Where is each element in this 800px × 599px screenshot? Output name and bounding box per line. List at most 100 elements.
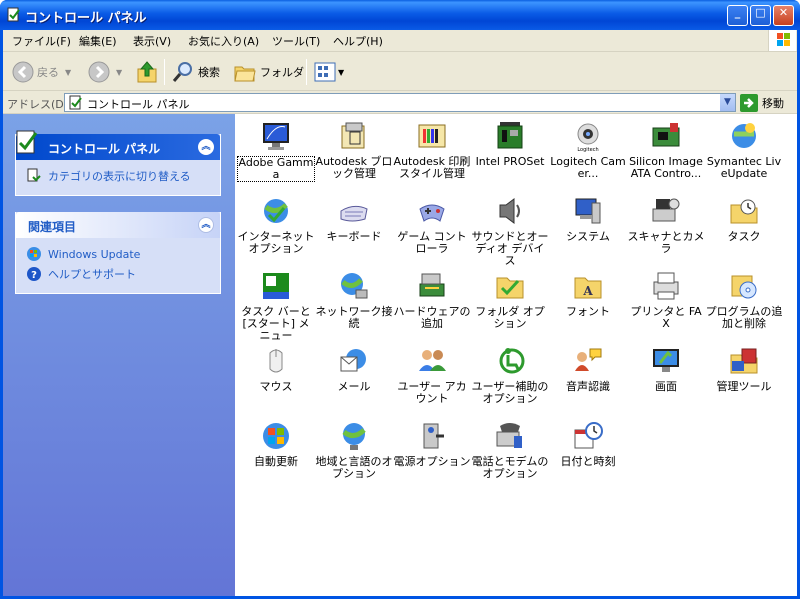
window: コントロール パネル _ □ ✕ ファイル(F) 編集(E) 表示(V) お気に… <box>0 0 800 599</box>
control-panel-item[interactable]: 管理ツール <box>705 345 783 393</box>
control-panel-item[interactable]: インターネット オプション <box>237 195 315 255</box>
go-button[interactable]: 移動 <box>740 94 784 112</box>
control-panel-item[interactable]: ユーザー アカウント <box>393 345 471 405</box>
control-panel-item[interactable]: Symantec LiveUpdate <box>705 120 783 180</box>
switch-category-view-link[interactable]: カテゴリの表示に切り替える <box>16 166 220 186</box>
views-button[interactable]: ▼ <box>314 62 344 82</box>
collapse-icon[interactable]: ︽ <box>198 139 214 155</box>
title-bar[interactable]: コントロール パネル _ □ ✕ <box>0 0 800 30</box>
menu-favorites[interactable]: お気に入り(A) <box>188 33 259 49</box>
address-dropdown-icon[interactable]: ▼ <box>719 94 735 111</box>
control-panel-item[interactable]: プログラムの追加と削除 <box>705 270 783 330</box>
control-panel-item-label: フォント <box>566 305 610 318</box>
up-folder-button[interactable] <box>136 60 158 84</box>
control-panel-item-label: ゲーム コントローラ <box>397 230 467 255</box>
control-panel-item[interactable]: プリンタと FAX <box>627 270 705 330</box>
menu-view[interactable]: 表示(V) <box>133 33 171 49</box>
control-panel-item[interactable]: ユーザー補助のオプション <box>471 345 549 405</box>
control-panel-item[interactable]: タスク <box>705 195 783 243</box>
control-panel-item[interactable]: 自動更新 <box>237 420 315 468</box>
control-panel-item[interactable]: Autodesk ブロック管理 <box>315 120 393 180</box>
back-label: 戻る <box>37 66 59 79</box>
views-dropdown-icon[interactable]: ▼ <box>338 68 344 77</box>
control-panel-item-label: 地域と言語のオプション <box>315 455 393 480</box>
control-panel-item[interactable]: メール <box>315 345 393 393</box>
control-panel-item[interactable]: 音声認識 <box>549 345 627 393</box>
control-panel-section-title: コントロール パネル <box>48 142 161 156</box>
control-panel-item-label: Symantec LiveUpdate <box>706 155 782 180</box>
maximize-button[interactable]: □ <box>750 5 771 26</box>
control-panel-item-label: Silicon Image ATA Contro... <box>629 155 703 180</box>
autodesk-print-style-icon <box>416 120 448 152</box>
control-panel-item-label: メール <box>337 380 371 393</box>
control-panel-item-label: 音声認識 <box>566 380 610 393</box>
control-panel-item[interactable]: サウンドとオーディオ デバイス <box>471 195 549 267</box>
control-panel-item-label: インターネット オプション <box>237 230 315 255</box>
control-panel-item-label: タスク <box>727 230 761 243</box>
related-section-header[interactable]: 関連項目 ︽ <box>16 212 220 238</box>
scheduled-tasks-icon <box>728 195 760 227</box>
control-panel-item[interactable]: タスク バーと [スタート] メニュー <box>237 270 315 342</box>
control-panel-item[interactable]: フォルダ オプション <box>471 270 549 330</box>
control-panel-icon <box>69 95 82 110</box>
control-panel-item[interactable]: 日付と時刻 <box>549 420 627 468</box>
control-panel-item[interactable]: ネットワーク接続 <box>315 270 393 330</box>
control-panel-item[interactable]: 電源オプション <box>393 420 471 468</box>
menu-help[interactable]: ヘルプ(H) <box>333 33 383 49</box>
game-controller-icon <box>416 195 448 227</box>
control-panel-item-label: スキャナとカメラ <box>627 230 705 255</box>
control-panel-item-label: 日付と時刻 <box>560 455 616 468</box>
control-panel-item[interactable]: A フォント <box>549 270 627 318</box>
windows-update-icon <box>27 247 41 261</box>
menu-file[interactable]: ファイル(F) <box>12 33 71 49</box>
control-panel-item[interactable]: キーボード <box>315 195 393 243</box>
svg-text:A: A <box>582 284 593 298</box>
forward-button[interactable]: ▼ <box>88 61 122 83</box>
address-input[interactable]: コントロール パネル ▼ <box>64 93 736 112</box>
help-support-link[interactable]: ? ヘルプとサポート <box>16 264 220 284</box>
control-panel-item[interactable]: マウス <box>237 345 315 393</box>
control-panel-item[interactable]: Autodesk 印刷スタイル管理 <box>393 120 471 180</box>
control-panel-item[interactable]: Adobe Gamma <box>237 120 315 182</box>
search-button[interactable]: 検索 <box>171 60 220 84</box>
network-icon <box>338 270 370 302</box>
close-button[interactable]: ✕ <box>773 5 794 26</box>
keyboard-icon <box>338 195 370 227</box>
control-panel-item[interactable]: 電話とモデムのオプション <box>471 420 549 480</box>
control-panel-item-label: フォルダ オプション <box>475 305 545 330</box>
address-label: アドレス(D) <box>7 98 69 111</box>
control-panel-icon <box>16 130 38 154</box>
control-panel-item-label: プログラムの追加と削除 <box>705 305 783 330</box>
windows-update-link[interactable]: Windows Update <box>16 244 220 264</box>
mail-icon <box>338 345 370 377</box>
menu-bar: ファイル(F) 編集(E) 表示(V) お気に入り(A) ツール(T) ヘルプ(… <box>3 30 797 52</box>
control-panel-item[interactable]: Silicon Image ATA Contro... <box>627 120 705 180</box>
control-panel-item[interactable]: システム <box>549 195 627 243</box>
menu-edit[interactable]: 編集(E) <box>79 33 117 49</box>
switch-category-view-label: カテゴリの表示に切り替える <box>48 170 191 183</box>
power-options-icon <box>416 420 448 452</box>
printer-icon <box>650 270 682 302</box>
control-panel-item[interactable]: ゲーム コントローラ <box>393 195 471 255</box>
fonts-icon: A <box>572 270 604 302</box>
control-panel-item[interactable]: Logitech Logitech Camer... <box>549 120 627 180</box>
minimize-button[interactable]: _ <box>727 5 748 26</box>
folders-button[interactable]: フォルダ <box>233 61 304 83</box>
control-panel-item[interactable]: スキャナとカメラ <box>627 195 705 255</box>
collapse-icon[interactable]: ︽ <box>198 217 214 233</box>
back-button[interactable]: 戻る ▼ <box>12 61 71 83</box>
control-panel-item[interactable]: 地域と言語のオプション <box>315 420 393 480</box>
window-title: コントロール パネル <box>25 11 147 26</box>
go-arrow-icon <box>740 94 758 112</box>
control-panel-item-label: 管理ツール <box>716 380 772 393</box>
forward-dropdown-icon[interactable]: ▼ <box>116 68 122 77</box>
control-panel-item[interactable]: Intel PROSet <box>471 120 549 168</box>
monitor-gamma-icon <box>260 120 292 152</box>
control-panel-item[interactable]: 画面 <box>627 345 705 393</box>
back-arrow-icon <box>12 61 34 83</box>
control-panel-section-header[interactable]: コントロール パネル ︽ <box>16 130 220 160</box>
control-panel-item[interactable]: ハードウェアの追加 <box>393 270 471 330</box>
control-panel-item-label: ユーザー アカウント <box>397 380 467 405</box>
back-dropdown-icon[interactable]: ▼ <box>65 68 71 77</box>
menu-tools[interactable]: ツール(T) <box>272 33 320 49</box>
